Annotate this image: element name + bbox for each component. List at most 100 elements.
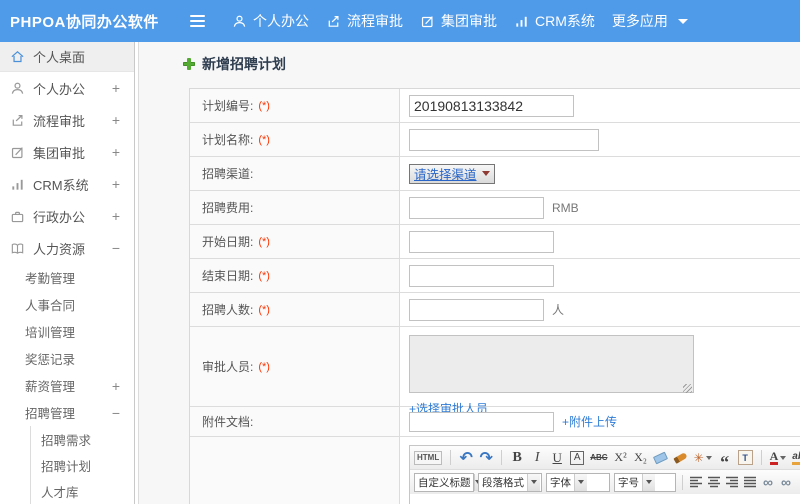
undo-icon[interactable]: ↶ [459,449,473,467]
edit-icon [10,145,25,160]
expand-icon[interactable]: + [112,81,120,95]
color-palette-button[interactable]: ✳ [694,449,712,467]
strikethrough-button[interactable]: ABC [590,449,607,467]
collapse-icon[interactable]: − [112,406,120,420]
fee-input[interactable] [409,196,544,219]
sidebar-item-personal-office[interactable]: 个人办公 + [0,72,134,104]
superscript-button[interactable]: X² [614,449,628,467]
blockquote-icon[interactable]: “ [718,449,732,471]
field-label: 招聘费用: [202,201,254,215]
sidebar-item-attendance[interactable]: 考勤管理 [0,264,134,291]
required-mark: (*) [258,133,270,146]
plan-name-input[interactable] [409,128,599,151]
flow-icon [326,14,341,29]
nav-workflow-approval[interactable]: 流程审批 [326,11,403,31]
menu-toggle-icon[interactable] [190,12,208,30]
format-clear-icon[interactable] [652,449,669,467]
nav-crm-system[interactable]: CRM系统 [514,11,595,31]
field-label: 招聘渠道: [202,167,254,181]
nav-more-apps[interactable]: 更多应用 [612,11,688,31]
font-family-dropdown[interactable]: 字体 [546,472,610,492]
subscript-button[interactable]: X₂ [634,449,648,467]
caret-down-icon [677,18,688,24]
sidebar-item-workflow[interactable]: 流程审批 + [0,104,134,136]
required-mark: (*) [258,269,270,282]
sidebar-item-hr[interactable]: 人力资源 − [0,232,134,264]
form-row-attachment: 附件文档: +附件上传 [190,407,800,437]
form-row-headcount: 招聘人数: (*) 人 [190,293,800,327]
sidebar-item-group-approval[interactable]: 集团审批 + [0,136,134,168]
field-label: 附件文档: [202,415,254,429]
field-label: 计划编号: [202,99,254,113]
page-title: 新增招聘计划 [183,54,800,74]
editor-toolbar-row2: 自定义标题 段落格式 字体 字号 ∞ ∞ [410,469,800,494]
html-source-button[interactable]: HTML [414,450,443,465]
app-logo: PHPOA协同办公软件 [10,13,159,31]
underline-button[interactable]: U [550,449,564,467]
form-row-approver: 审批人员: (*) +选择审批人员 [190,327,800,416]
editor-toolbar-row1: HTML ↶ ↷ B I U A ABC X² X₂ ✳ “ T A a [410,446,800,471]
top-navbar: PHPOA协同办公软件 个人办公 流程审批 集团审批 CRM系统 更多应用 [0,0,800,42]
plan-no-input[interactable] [409,94,574,117]
expand-icon[interactable]: + [112,209,120,223]
bar-chart-icon [10,177,25,192]
end-date-input[interactable] [409,264,554,287]
sidebar-item-salary[interactable]: 薪资管理 + [0,372,134,399]
sidebar-item-hr-contract[interactable]: 人事合同 [0,291,134,318]
field-label: 计划名称: [202,133,254,147]
sidebar: 个人桌面 个人办公 + 流程审批 + 集团审批 + CRM系统 + 行政办公 + [0,42,135,504]
format-brush-icon[interactable] [673,449,688,467]
custom-title-dropdown[interactable]: 自定义标题 [414,472,481,492]
form-row-end-date: 结束日期: (*) [190,259,800,293]
form-row-fee: 招聘费用: RMB [190,191,800,225]
rich-text-editor: HTML ↶ ↷ B I U A ABC X² X₂ ✳ “ T A a 自定义… [409,445,800,504]
sidebar-item-desktop[interactable]: 个人桌面 [0,42,134,72]
paste-text-icon[interactable]: T [737,450,753,465]
sidebar-item-admin-office[interactable]: 行政办公 + [0,200,134,232]
align-left-icon[interactable] [689,473,703,491]
add-icon [183,58,195,70]
expand-icon[interactable]: + [112,177,120,191]
briefcase-icon [10,209,25,224]
attachment-upload-link[interactable]: +附件上传 [562,413,617,430]
font-color-button[interactable]: A [769,449,787,467]
sidebar-item-recruitment-mgmt[interactable]: 招聘管理 − [0,399,134,426]
sidebar-item-training[interactable]: 培训管理 [0,318,134,345]
sidebar-item-rewards[interactable]: 奖惩记录 [0,345,134,372]
sidebar-item-recruitment-demand[interactable]: 招聘需求 [30,426,134,452]
headcount-input[interactable] [409,298,544,321]
align-center-icon[interactable] [707,473,721,491]
start-date-input[interactable] [409,230,554,253]
required-mark: (*) [258,99,270,112]
align-right-icon[interactable] [725,473,739,491]
font-size-dropdown[interactable]: 字号 [614,472,676,492]
align-justify-icon[interactable] [743,473,757,491]
approver-textarea[interactable] [409,335,694,393]
collapse-icon[interactable]: − [112,241,120,255]
link-icon[interactable]: ∞ [761,473,775,491]
dropdown-arrow-icon [574,473,587,491]
redo-icon[interactable]: ↷ [479,449,493,467]
sidebar-item-recruitment-plan[interactable]: 招聘计划 [30,452,134,478]
person-icon [10,81,25,96]
expand-icon[interactable]: + [112,379,120,393]
editor-content-area[interactable] [410,494,800,504]
italic-button[interactable]: I [530,449,544,467]
unlink-icon[interactable]: ∞ [779,473,793,491]
paragraph-format-dropdown[interactable]: 段落格式 [478,472,542,492]
sidebar-item-crm[interactable]: CRM系统 + [0,168,134,200]
home-icon [10,49,25,64]
flow-icon [10,113,25,128]
attachment-input[interactable] [409,411,554,432]
field-label: 审批人员: [202,360,254,374]
bold-button[interactable]: B [510,449,524,467]
highlight-color-button[interactable]: ab [792,449,800,467]
autotypeset-button[interactable]: A [570,450,585,465]
nav-group-approval[interactable]: 集团审批 [420,11,497,31]
channel-select[interactable]: 请选择渠道 [409,163,495,184]
expand-icon[interactable]: + [112,113,120,127]
sidebar-item-talent-pool[interactable]: 人才库 [30,478,134,504]
field-label: 招聘人数: [202,303,254,317]
expand-icon[interactable]: + [112,145,120,159]
nav-personal-office[interactable]: 个人办公 [232,11,309,31]
